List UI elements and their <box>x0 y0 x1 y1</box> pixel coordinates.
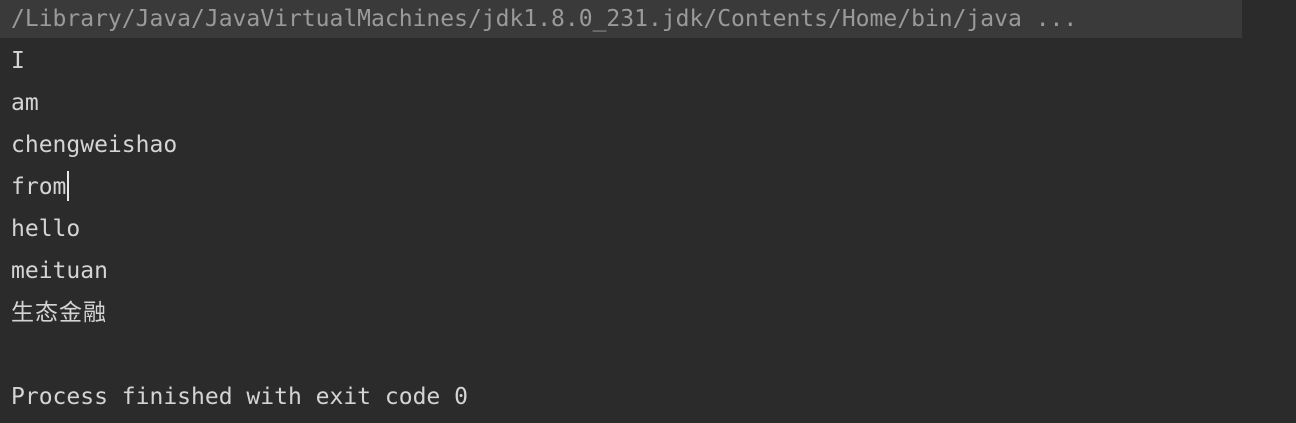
output-line: hello <box>11 216 81 242</box>
output-line: chengweishao <box>11 132 178 158</box>
exit-message: Process finished with exit code 0 <box>11 384 468 410</box>
output-line: from <box>11 174 67 200</box>
command-line[interactable]: /Library/Java/JavaVirtualMachines/jdk1.8… <box>0 0 1242 38</box>
output-line: 生态金融 <box>11 300 107 326</box>
output-line: am <box>11 90 39 116</box>
output-line: I <box>11 48 25 74</box>
output-line: meituan <box>11 258 108 284</box>
output-line-with-caret: from <box>11 166 70 208</box>
text-caret <box>67 170 70 201</box>
run-console-output[interactable]: /Library/Java/JavaVirtualMachines/jdk1.8… <box>0 0 1296 423</box>
